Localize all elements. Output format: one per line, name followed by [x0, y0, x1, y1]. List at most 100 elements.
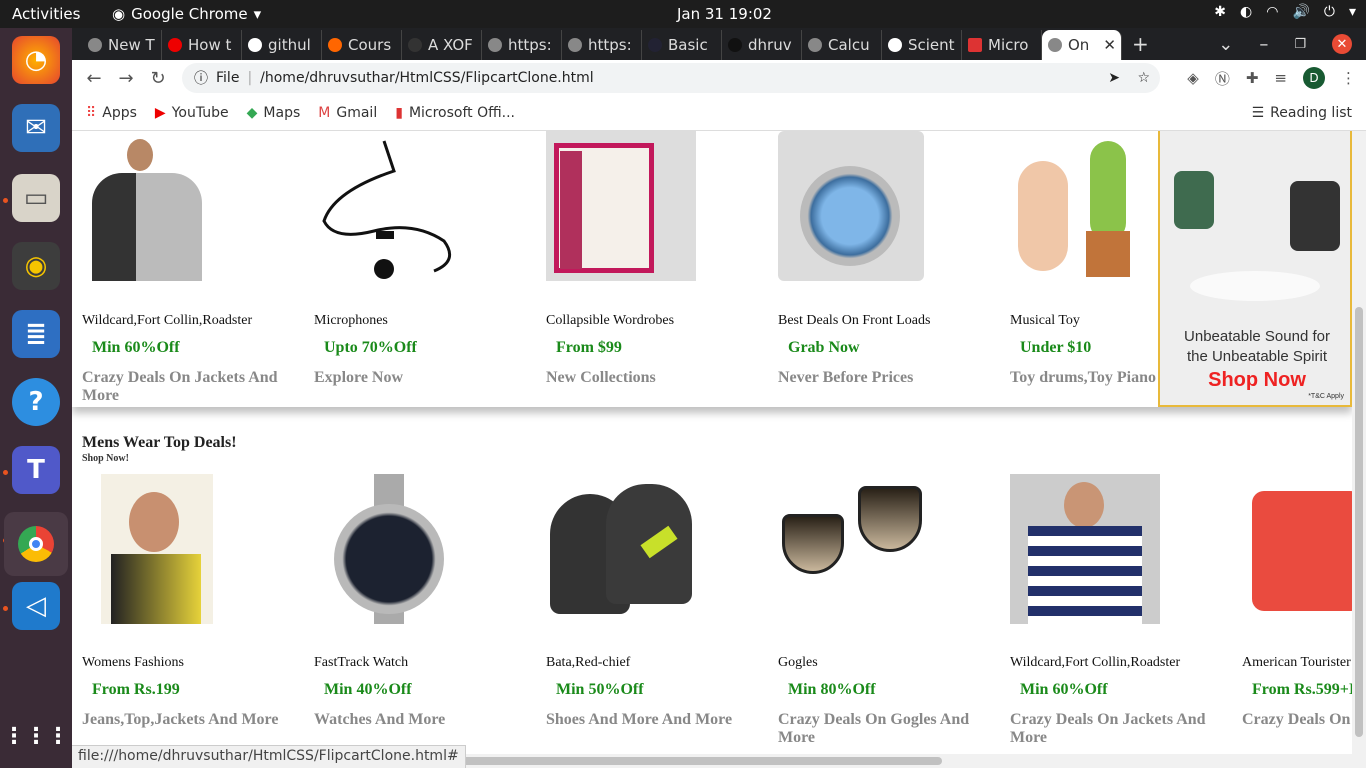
media-icon[interactable]: ≡	[1274, 69, 1287, 87]
product-image-goggles	[778, 474, 928, 624]
libreoffice-writer-icon[interactable]: ≣	[12, 310, 60, 358]
bookmark-youtube[interactable]: ▶ YouTube	[155, 105, 229, 121]
show-apps-icon[interactable]: ⋮⋮⋮	[3, 712, 69, 760]
back-button[interactable]: ←	[78, 68, 110, 89]
activities-button[interactable]: Activities	[12, 5, 80, 23]
send-icon[interactable]: ➤	[1108, 70, 1120, 86]
tab[interactable]: A XOF	[402, 30, 482, 60]
google-favicon-icon	[248, 38, 262, 52]
tab-label: On	[1068, 36, 1090, 54]
tab-label: How t	[188, 36, 232, 54]
product-offer: Upto 70%Off	[324, 339, 417, 356]
product-subtitle: Crazy Deals On	[1242, 711, 1351, 728]
close-window-button[interactable]: ✕	[1332, 34, 1352, 54]
tab-active[interactable]: On ✕	[1042, 30, 1122, 60]
bookmark-office[interactable]: ▮ Microsoft Offi...	[395, 105, 515, 121]
tab-search-icon[interactable]: ⌄	[1218, 34, 1233, 55]
tab[interactable]: Cours	[322, 30, 402, 60]
github-favicon-icon	[728, 38, 742, 52]
tab[interactable]: Basic	[642, 30, 722, 60]
files-icon[interactable]: ▭	[12, 174, 60, 222]
new-tab-button[interactable]: +	[1132, 32, 1149, 56]
product-title: Collapsible Wordrobes	[546, 313, 675, 328]
youtube-icon: ▶	[154, 105, 166, 121]
reading-list-label: Reading list	[1270, 105, 1352, 121]
url-text[interactable]: /home/dhruvsuthar/HtmlCSS/FlipcartClone.…	[260, 70, 593, 86]
teams-icon[interactable]: T	[12, 446, 60, 494]
app-menu[interactable]: ◉ Google Chrome ▾	[112, 5, 261, 23]
extension-icon[interactable]: Ⓝ	[1215, 68, 1230, 89]
thunderbird-icon[interactable]: ✉	[12, 104, 60, 152]
product-card[interactable]: Collapsible Wordrobes From $99 New Colle…	[546, 131, 766, 386]
volume-icon[interactable]: 🔊	[1292, 4, 1309, 20]
tab[interactable]: Scient	[882, 30, 962, 60]
bookmark-gmail[interactable]: M Gmail	[318, 105, 377, 121]
app-name: Google Chrome	[131, 5, 248, 23]
product-card[interactable]: Wildcard,Fort Collin,Roadster Min 60%Off…	[82, 131, 302, 404]
minimize-button[interactable]: –	[1259, 34, 1268, 55]
night-light-icon[interactable]: ◐	[1240, 4, 1252, 20]
extension-icon[interactable]: ◈	[1187, 69, 1199, 87]
bookmark-apps[interactable]: ⠿ Apps	[86, 105, 137, 121]
clock[interactable]: Jan 31 19:02	[677, 5, 772, 23]
address-bar[interactable]: ⓘ File | /home/dhruvsuthar/HtmlCSS/Flipc…	[182, 63, 1160, 93]
product-title: Wildcard,Fort Collin,Roadster	[82, 313, 253, 328]
tab-favicon-icon	[328, 38, 342, 52]
system-tray[interactable]: ✱ ◐ ◠ 🔊 ⏻ ▾	[1214, 4, 1356, 20]
file-label: File	[216, 70, 240, 86]
vertical-scrollbar[interactable]	[1352, 131, 1366, 768]
teams-tray-icon[interactable]: ✱	[1214, 4, 1226, 20]
info-icon[interactable]: ⓘ	[194, 68, 208, 88]
puzzle-icon[interactable]: ✚	[1246, 69, 1259, 87]
avatar[interactable]: D	[1303, 67, 1325, 89]
tab[interactable]: https:	[482, 30, 562, 60]
menu-icon[interactable]: ⋮	[1341, 69, 1356, 87]
tab-favicon-icon	[568, 38, 582, 52]
tab[interactable]: https:	[562, 30, 642, 60]
close-tab-icon[interactable]: ✕	[1103, 36, 1116, 54]
tab[interactable]: New T	[82, 30, 162, 60]
forward-button[interactable]: →	[110, 68, 142, 89]
reload-button[interactable]: ↻	[142, 68, 174, 89]
maximize-button[interactable]: ❐	[1294, 37, 1306, 52]
chrome-icon[interactable]	[4, 512, 68, 576]
power-icon[interactable]: ⏻	[1324, 4, 1335, 20]
tab[interactable]: dhruv	[722, 30, 802, 60]
wifi-icon[interactable]: ◠	[1266, 4, 1278, 20]
product-subtitle: Explore Now	[314, 369, 404, 386]
dock: ◔ ✉ ▭ ◉ ≣ ? T ◁ ⋮⋮⋮	[0, 28, 72, 768]
bookmark-label: Maps	[263, 105, 301, 121]
product-title: Musical Toy	[1010, 313, 1080, 328]
gmail-icon: M	[318, 105, 331, 121]
chrome-small-icon: ◉	[112, 5, 126, 23]
product-card[interactable]: Microphones Upto 70%Off Explore Now	[314, 131, 534, 386]
chevron-down-icon[interactable]: ▾	[1349, 4, 1356, 20]
bookmark-star-icon[interactable]: ☆	[1137, 70, 1150, 86]
tab-favicon-icon	[1048, 38, 1062, 52]
firefox-icon[interactable]: ◔	[12, 36, 60, 84]
rhythmbox-icon[interactable]: ◉	[12, 242, 60, 290]
tab[interactable]: Calcu	[802, 30, 882, 60]
bookmark-maps[interactable]: ◆ Maps	[247, 105, 301, 121]
product-card[interactable]: Best Deals On Front Loads Grab Now Never…	[778, 131, 998, 386]
product-card[interactable]: American Tourister From Rs.599+I Crazy D…	[1242, 131, 1352, 768]
reading-list-icon: ☰	[1251, 105, 1265, 121]
product-offer: Min 60%Off	[1020, 681, 1108, 698]
product-title: Microphones	[314, 313, 388, 328]
tab-label: githul	[268, 36, 311, 54]
deals-row-1: Wildcard,Fort Collin,Roadster Min 60%Off…	[72, 131, 1352, 407]
tab[interactable]: Micro	[962, 30, 1042, 60]
scroll-thumb[interactable]	[462, 757, 942, 765]
help-icon[interactable]: ?	[12, 378, 60, 426]
scroll-thumb[interactable]	[1355, 307, 1363, 737]
product-title: FastTrack Watch	[314, 655, 409, 670]
vscode-icon[interactable]: ◁	[12, 582, 60, 630]
section-subtitle[interactable]: Shop Now!	[82, 453, 129, 464]
product-offer: Min 80%Off	[788, 681, 876, 698]
tab-label: Scient	[908, 36, 955, 54]
tab[interactable]: githul	[242, 30, 322, 60]
reading-list-button[interactable]: ☰ Reading list	[1252, 105, 1352, 121]
tab-label: https:	[588, 36, 632, 54]
tab[interactable]: How t	[162, 30, 242, 60]
product-title: American Tourister	[1242, 655, 1351, 670]
